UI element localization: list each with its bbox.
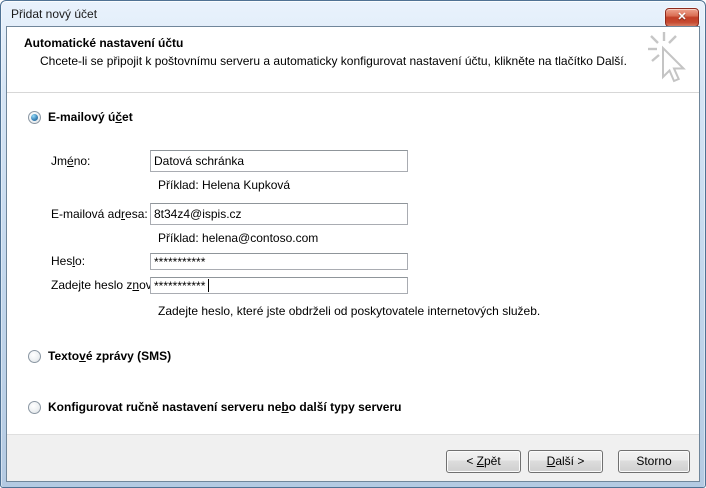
radio-unselected-icon[interactable] [28, 401, 41, 414]
radio-sms[interactable]: Textové zprávy (SMS) [28, 349, 171, 363]
name-label: Jméno: [51, 154, 90, 168]
radio-sms-label: Textové zprávy (SMS) [48, 349, 171, 363]
email-input[interactable] [150, 203, 408, 225]
header-subtitle: Chcete-li se připojit k poštovnímu serve… [40, 54, 627, 68]
back-button[interactable]: < Zpět [446, 450, 521, 473]
close-icon: ✕ [677, 12, 686, 23]
radio-unselected-icon[interactable] [28, 350, 41, 363]
name-input[interactable] [150, 150, 408, 172]
confirm-password-input[interactable] [150, 277, 408, 294]
button-row: < Zpět Další > Storno [439, 450, 690, 473]
header-title: Automatické nastavení účtu [24, 36, 183, 50]
window-title: Přidat nový účet [11, 7, 97, 21]
radio-manual-setup[interactable]: Konfigurovat ručně nastavení serveru neb… [28, 400, 401, 414]
close-button[interactable]: ✕ [665, 8, 699, 27]
password-label: Heslo: [51, 254, 85, 268]
form-area: E-mailový účet Jméno: Příklad: Helena Ku… [7, 93, 699, 434]
wizard-header: Automatické nastavení účtu Chcete-li se … [7, 27, 699, 93]
dialog-client-area: Automatické nastavení účtu Chcete-li se … [6, 26, 700, 482]
text-caret [208, 279, 209, 292]
title-bar[interactable]: Přidat nový účet [1, 1, 705, 26]
radio-selected-icon[interactable] [28, 111, 41, 124]
radio-manual-setup-label: Konfigurovat ručně nastavení serveru neb… [48, 400, 401, 414]
cancel-button[interactable]: Storno [618, 450, 690, 473]
button-bar: < Zpět Další > Storno [7, 434, 699, 481]
radio-email-account[interactable]: E-mailový účet [28, 110, 133, 124]
confirm-password-label: Zadejte heslo znovu: [51, 278, 162, 292]
password-note: Zadejte heslo, které jste obdrželi od po… [158, 304, 540, 318]
next-button[interactable]: Další > [528, 450, 603, 473]
name-hint: Příklad: Helena Kupková [158, 178, 290, 192]
radio-email-account-label: E-mailový účet [48, 110, 133, 124]
click-cursor-icon [642, 31, 688, 89]
password-input[interactable] [150, 253, 408, 270]
email-label: E-mailová adresa: [51, 207, 148, 221]
email-hint: Příklad: helena@contoso.com [158, 231, 318, 245]
dialog-window: Přidat nový účet ✕ Automatické nastavení… [0, 0, 706, 488]
